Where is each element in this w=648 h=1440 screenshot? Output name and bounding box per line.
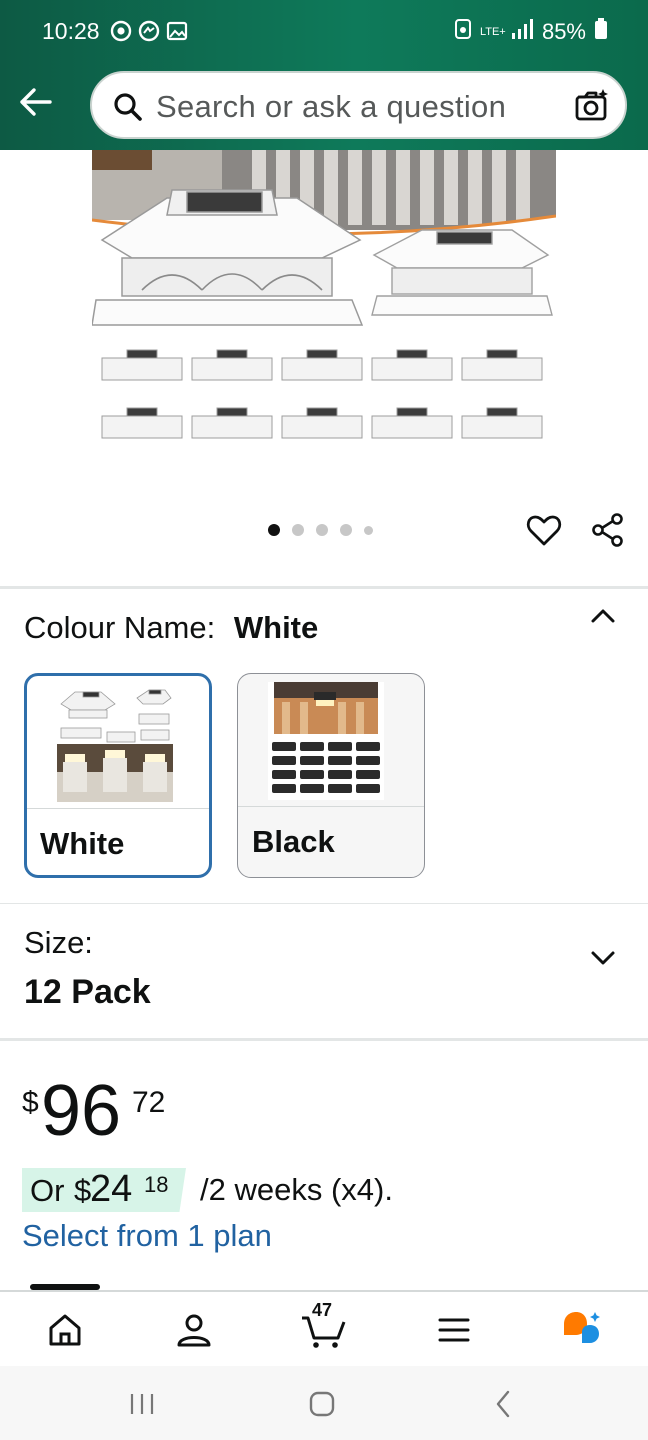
section-divider xyxy=(0,903,648,904)
network-type: LTE+ xyxy=(479,25,506,38)
gallery-icon xyxy=(166,20,188,42)
colour-selector-header[interactable]: Colour Name: White xyxy=(24,610,318,646)
home-icon[interactable] xyxy=(45,1310,85,1350)
chevron-down-icon[interactable] xyxy=(588,946,618,970)
camera-search-icon[interactable] xyxy=(573,87,611,125)
wishlist-heart-icon[interactable] xyxy=(526,512,562,548)
battery-level: 85% xyxy=(541,19,586,44)
price-currency: $ xyxy=(22,1086,39,1119)
carousel-dot[interactable] xyxy=(340,524,352,536)
installment-suffix: /2 weeks (x4). xyxy=(200,1172,393,1207)
carousel-dot[interactable] xyxy=(364,525,373,535)
solar-post-lights-image xyxy=(91,140,557,470)
status-bar: 10:28 LTE+ 85% xyxy=(0,0,648,64)
back-arrow-icon xyxy=(20,88,52,116)
back-button[interactable] xyxy=(16,82,56,122)
bottom-nav: 47 xyxy=(0,1284,648,1366)
installment-fraction: 18 xyxy=(144,1172,169,1197)
status-right: LTE+ 85% xyxy=(454,18,608,46)
search-input[interactable]: Search or ask a question xyxy=(156,89,506,125)
product-image[interactable] xyxy=(91,140,557,470)
carousel-dot[interactable] xyxy=(268,524,280,536)
colour-option-label: White xyxy=(40,826,125,861)
installment-plan: Or $ 24 18 /2 weeks (x4). xyxy=(22,1168,393,1212)
rufus-assistant-icon[interactable] xyxy=(562,1310,602,1350)
installment-whole: 24 xyxy=(90,1168,133,1210)
price-whole: 96 xyxy=(41,1071,122,1151)
share-icon[interactable] xyxy=(590,512,626,548)
black-variant-thumbnail xyxy=(268,682,384,800)
colour-label: Colour Name: xyxy=(24,610,216,645)
system-nav-bar xyxy=(0,1366,648,1440)
battery-icon xyxy=(594,18,608,46)
app-header: 10:28 LTE+ 85% Search or ask a question xyxy=(0,0,648,150)
swatch-divider xyxy=(238,806,424,807)
status-notification-icons xyxy=(110,20,188,42)
carousel-dot[interactable] xyxy=(292,524,304,536)
select-plan-link[interactable]: Select from 1 plan xyxy=(22,1218,272,1254)
recent-apps-icon[interactable] xyxy=(126,1388,158,1420)
search-icon xyxy=(114,93,142,121)
chrome-icon xyxy=(110,20,132,42)
status-time: 10:28 xyxy=(42,18,100,44)
colour-option-label: Black xyxy=(252,824,335,859)
section-divider xyxy=(0,586,648,589)
signal-icon xyxy=(510,19,534,45)
size-selected-value[interactable]: 12 Pack xyxy=(24,973,151,1012)
home-button-icon[interactable] xyxy=(306,1388,338,1420)
installment-currency: $ xyxy=(74,1173,92,1208)
section-divider xyxy=(0,1038,648,1041)
menu-icon[interactable] xyxy=(434,1310,474,1350)
chevron-up-icon[interactable] xyxy=(588,604,618,628)
back-nav-icon[interactable] xyxy=(488,1388,520,1420)
colour-option-white[interactable]: White xyxy=(24,673,212,878)
size-label: Size: xyxy=(24,925,93,960)
messenger-icon xyxy=(138,20,160,42)
sync-icon xyxy=(454,18,472,46)
search-bar[interactable]: Search or ask a question xyxy=(90,71,627,139)
price-fraction: 72 xyxy=(132,1086,166,1119)
white-variant-thumbnail xyxy=(57,684,173,802)
colour-option-black[interactable]: Black xyxy=(237,673,425,878)
account-icon[interactable] xyxy=(174,1310,214,1350)
carousel-dot[interactable] xyxy=(316,524,328,536)
installment-highlight: Or $ 24 18 xyxy=(22,1168,186,1212)
swatch-divider xyxy=(27,808,209,809)
installment-prefix: Or xyxy=(30,1173,65,1208)
cart-count: 47 xyxy=(312,1300,333,1320)
carousel-dots[interactable] xyxy=(268,524,373,536)
colour-selected-value: White xyxy=(233,610,319,645)
active-tab-indicator xyxy=(30,1284,100,1290)
